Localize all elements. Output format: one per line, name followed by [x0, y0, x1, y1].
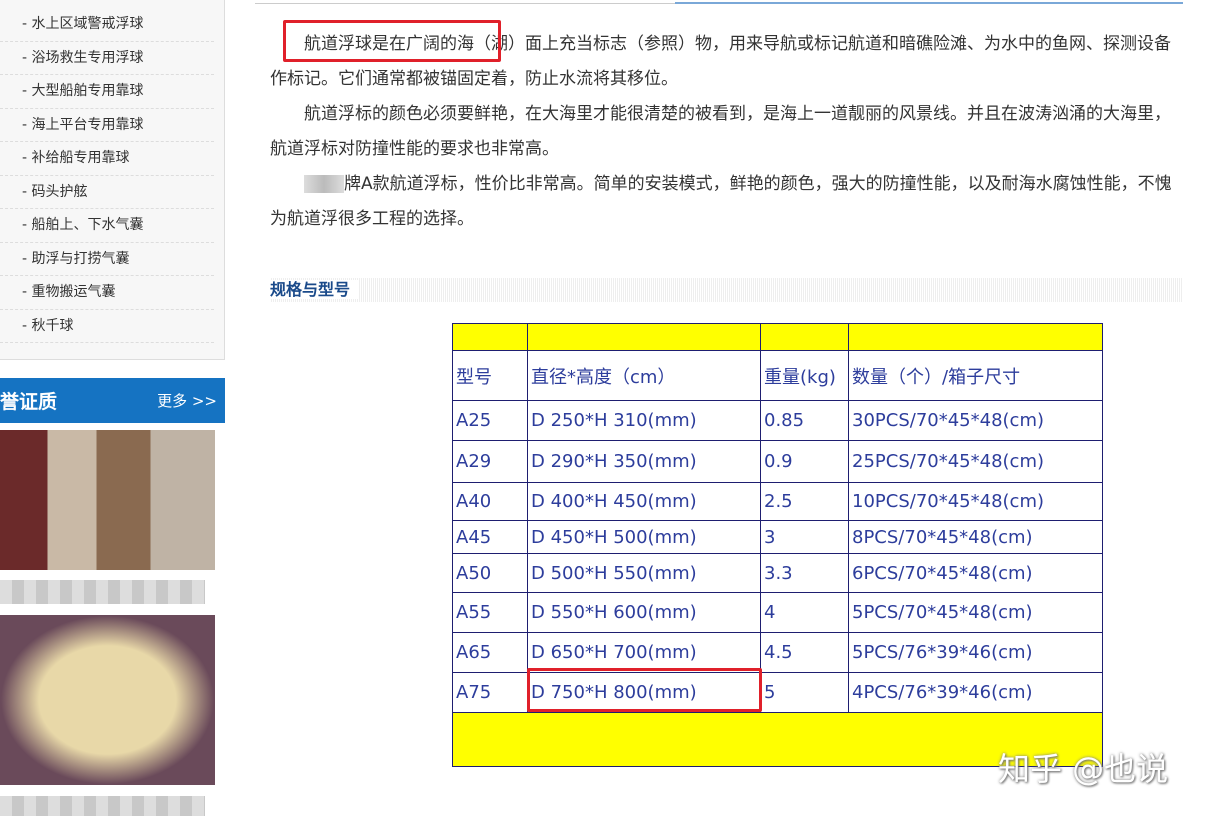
table-cell: A29 [452, 440, 528, 483]
honor-title: 誉证质 [0, 391, 58, 413]
table-cell: 6PCS/70*45*48(cm) [848, 553, 1103, 593]
table-cell: A75 [452, 672, 528, 713]
sidebar-item[interactable]: - 浴场救生专用浮球 [0, 42, 214, 75]
sidebar-product-list: - 水上区域警戒浮球 - 浴场救生专用浮球 - 大型船舶专用靠球 - 海上平台专… [0, 0, 225, 360]
table-row: A25 D 250*H 310(mm) 0.85 30PCS/70*45*48(cm) [452, 400, 1103, 441]
table-cell: D 550*H 600(mm) [527, 592, 761, 633]
table-cell: A65 [452, 632, 528, 673]
header-cell: 型号 [452, 350, 528, 401]
highlight-box-title [283, 20, 501, 62]
sidebar-item[interactable]: - 助浮与打捞气囊 [0, 243, 214, 276]
more-link[interactable]: 更多 >> [157, 390, 217, 411]
table-row: A45 D 450*H 500(mm) 3 8PCS/70*45*48(cm) [452, 520, 1103, 554]
sidebar-item[interactable]: - 大型船舶专用靠球 [0, 75, 214, 109]
sidebar-item[interactable]: - 水上区域警戒浮球 [0, 8, 214, 42]
table-cell: D 500*H 550(mm) [527, 553, 761, 593]
table-cell: 5PCS/70*45*48(cm) [848, 592, 1103, 633]
table-cell: 3 [760, 520, 849, 554]
active-tab-indicator[interactable] [675, 0, 1183, 4]
table-cell: D 450*H 500(mm) [527, 520, 761, 554]
table-cell: 3.3 [760, 553, 849, 593]
honor-caption-blurred [0, 796, 205, 816]
table-cell: 0.9 [760, 440, 849, 483]
header-cell: 直径*高度（cm） [527, 350, 761, 401]
sidebar-item[interactable]: - 秋千球 [0, 310, 214, 343]
watermark: 知乎 @也说 [998, 750, 1169, 788]
sidebar-item[interactable]: - 码头护舷 [0, 176, 214, 209]
sidebar-item[interactable]: - 重物搬运气囊 [0, 276, 214, 310]
table-row: A29 D 290*H 350(mm) 0.9 25PCS/70*45*48(cm) [452, 440, 1103, 483]
intro-paragraph-3: 牌A款航道浮标，性价比非常高。简单的安装模式，鲜艳的颜色，强大的防撞性能，以及耐… [270, 174, 1172, 229]
honor-caption-blurred [0, 580, 205, 604]
table-cell: 4.5 [760, 632, 849, 673]
table-cell: 25PCS/70*45*48(cm) [848, 440, 1103, 483]
blurred-brand [304, 175, 344, 193]
table-cell: D 290*H 350(mm) [527, 440, 761, 483]
honor-header: 誉证质 更多 >> [0, 378, 225, 423]
table-cell: D 400*H 450(mm) [527, 482, 761, 521]
table-cell: 5PCS/76*39*46(cm) [848, 632, 1103, 673]
sidebar-item[interactable]: - 海上平台专用靠球 [0, 109, 214, 142]
table-row: A40 D 400*H 450(mm) 2.5 10PCS/70*45*48(cm) [452, 482, 1103, 521]
table-cell: 8PCS/70*45*48(cm) [848, 520, 1103, 554]
table-cell: A45 [452, 520, 528, 554]
table-row: A65 D 650*H 700(mm) 4.5 5PCS/76*39*46(cm) [452, 632, 1103, 673]
table-cell: 4PCS/76*39*46(cm) [848, 672, 1103, 713]
header-cell: 重量(kg) [760, 350, 849, 401]
table-cell: 2.5 [760, 482, 849, 521]
table-cell: D 250*H 310(mm) [527, 400, 761, 441]
table-cell: A50 [452, 553, 528, 593]
table-cell: A25 [452, 400, 528, 441]
table-cell: A40 [452, 482, 528, 521]
intro-paragraph-2: 航道浮标的颜色必须要鲜艳，在大海里才能很清楚的被看到，是海上一道靓丽的风景线。并… [270, 104, 1171, 159]
header-cell: 数量（个）/箱子尺寸 [848, 350, 1103, 401]
table-cell: 4 [760, 592, 849, 633]
honor-photo-interview[interactable] [0, 430, 215, 570]
table-cell: 5 [760, 672, 849, 713]
table-row: A55 D 550*H 600(mm) 4 5PCS/70*45*48(cm) [452, 592, 1103, 633]
table-cell: A55 [452, 592, 528, 633]
table-cell: 30PCS/70*45*48(cm) [848, 400, 1103, 441]
highlight-box-a75-size [527, 668, 762, 712]
table-cell: 10PCS/70*45*48(cm) [848, 482, 1103, 521]
yellow-band-top [452, 323, 1103, 351]
honor-photo-certificate[interactable] [0, 615, 215, 785]
table-header-row: 型号 直径*高度（cm） 重量(kg) 数量（个）/箱子尺寸 [452, 350, 1103, 401]
sidebar-item[interactable]: - 船舶上、下水气囊 [0, 209, 214, 243]
table-cell: 0.85 [760, 400, 849, 441]
content-tab-bar [255, 0, 1183, 4]
sidebar-item[interactable]: - 补给船专用靠球 [0, 142, 214, 176]
table-row: A50 D 500*H 550(mm) 3.3 6PCS/70*45*48(cm) [452, 553, 1103, 593]
spec-section-heading: 规格与型号 [270, 278, 1183, 302]
table-cell: D 650*H 700(mm) [527, 632, 761, 673]
